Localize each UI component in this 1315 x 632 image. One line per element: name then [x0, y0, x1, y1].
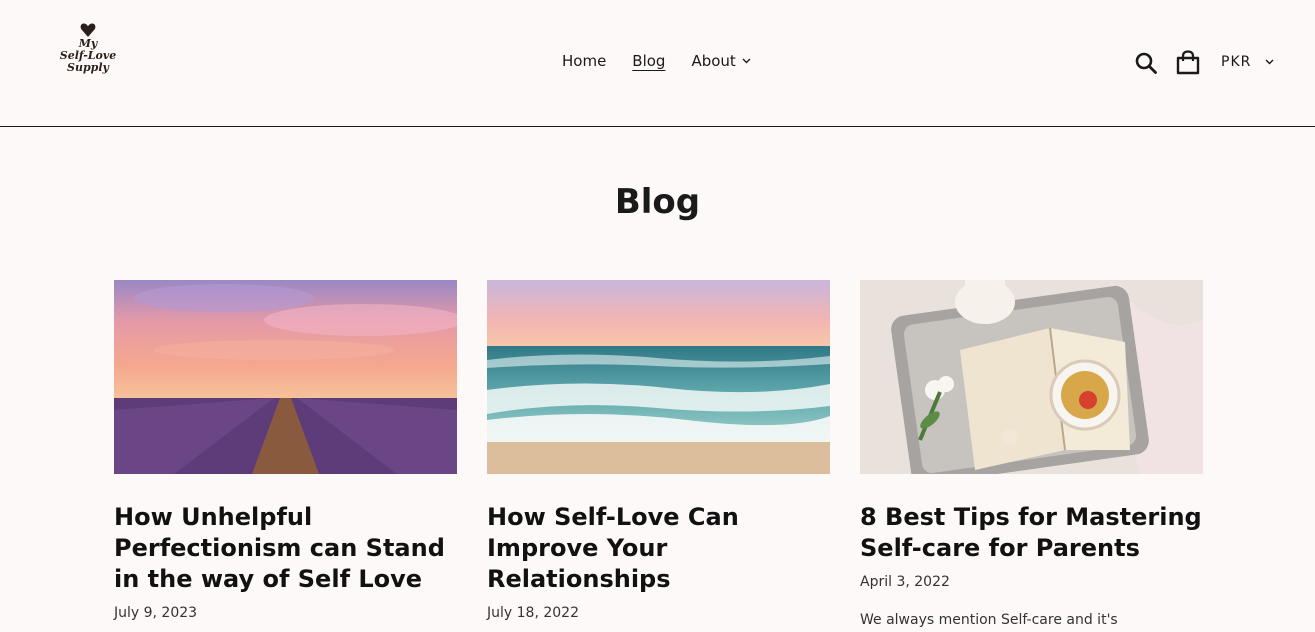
- chevron-down-icon: [742, 58, 751, 64]
- article-image[interactable]: [860, 280, 1203, 474]
- nav-home[interactable]: Home: [562, 52, 606, 70]
- currency-selector[interactable]: PKR: [1221, 54, 1274, 70]
- site-logo[interactable]: My Self-Love Supply: [54, 22, 122, 92]
- site-header: My Self-Love Supply Home Blog About PKR: [0, 0, 1315, 127]
- main-nav: Home Blog About: [562, 52, 751, 70]
- article-title[interactable]: 8 Best Tips for Mastering Self-care for …: [860, 502, 1203, 564]
- nav-blog[interactable]: Blog: [632, 52, 665, 70]
- article-card: How Unhelpful Perfectionism can Stand in…: [114, 280, 457, 621]
- chevron-down-icon: [1265, 59, 1274, 65]
- article-image[interactable]: [487, 280, 830, 474]
- currency-label: PKR: [1221, 54, 1252, 70]
- nav-about[interactable]: About: [691, 52, 751, 70]
- heart-icon: [80, 23, 96, 37]
- article-excerpt: We always mention Self-care and it's: [860, 612, 1118, 628]
- logo-line: Supply: [67, 61, 109, 74]
- article-card: 8 Best Tips for Mastering Self-care for …: [860, 280, 1203, 628]
- nav-about-label: About: [691, 52, 736, 70]
- article-date: April 3, 2022: [860, 574, 950, 590]
- article-date: July 9, 2023: [114, 605, 198, 621]
- article-title[interactable]: How Unhelpful Perfectionism can Stand in…: [114, 502, 457, 595]
- article-card: How Self-Love Can Improve Your Relations…: [487, 280, 830, 621]
- article-date: July 18, 2022: [487, 605, 579, 621]
- search-icon[interactable]: [1134, 51, 1158, 79]
- page-title: Blog: [614, 182, 701, 222]
- article-image[interactable]: [114, 280, 457, 474]
- article-title[interactable]: How Self-Love Can Improve Your Relations…: [487, 502, 830, 595]
- cart-icon[interactable]: [1176, 50, 1200, 79]
